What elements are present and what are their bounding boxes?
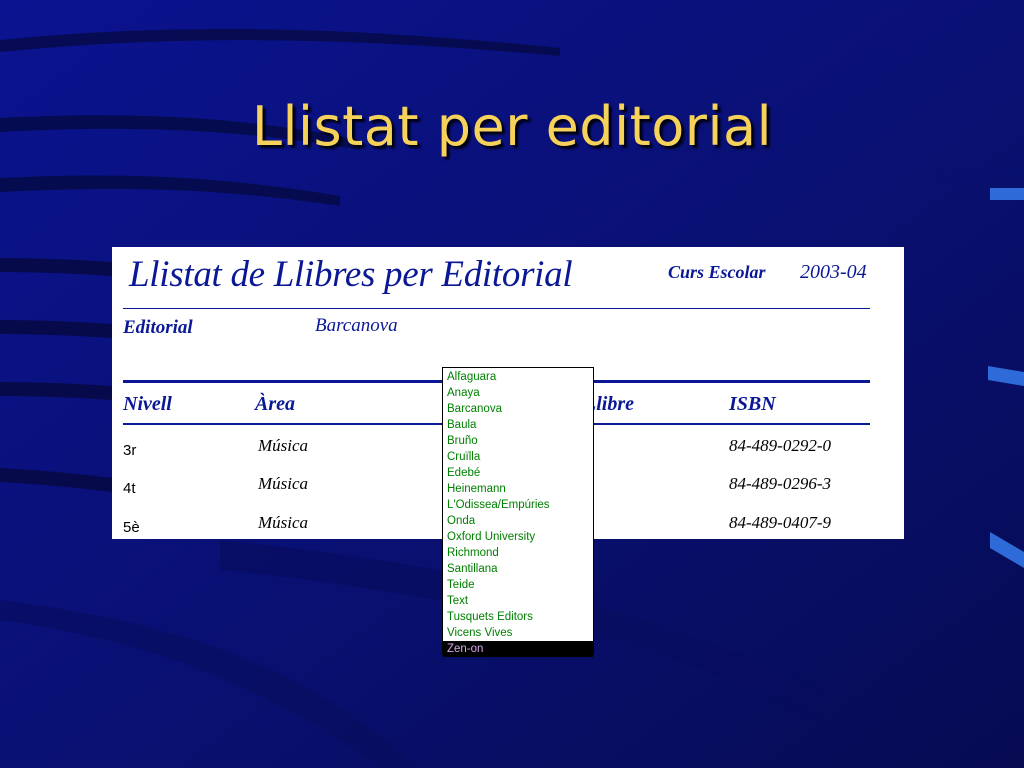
dropdown-option-selected[interactable]: Zen-on bbox=[443, 641, 593, 657]
column-header-nivell: Nivell bbox=[123, 393, 172, 415]
cell-area: Música bbox=[258, 436, 309, 455]
dropdown-option[interactable]: L'Odissea/Empúries bbox=[443, 497, 593, 513]
column-header-area: Àrea bbox=[255, 393, 295, 415]
cell-nivell: 5è bbox=[123, 519, 140, 536]
dropdown-option[interactable]: Santillana bbox=[443, 561, 593, 577]
cell-isbn: 84-489-0292-0 bbox=[729, 436, 831, 455]
column-header-isbn: ISBN bbox=[729, 393, 776, 415]
dropdown-option[interactable]: Barcanova bbox=[443, 401, 593, 417]
dropdown-option[interactable]: Bruño bbox=[443, 433, 593, 449]
cell-area: Música bbox=[258, 513, 309, 532]
dropdown-option[interactable]: Alfaguara bbox=[443, 369, 593, 385]
dropdown-option[interactable]: Text bbox=[443, 593, 593, 609]
dropdown-option[interactable]: Heinemann bbox=[443, 481, 593, 497]
dropdown-option[interactable]: Edebé bbox=[443, 465, 593, 481]
school-year-value: 2003-04 bbox=[800, 261, 867, 283]
dropdown-option[interactable]: Tusquets Editors bbox=[443, 609, 593, 625]
editorial-label: Editorial bbox=[123, 317, 193, 338]
header-rule bbox=[123, 308, 870, 309]
dropdown-option[interactable]: Richmond bbox=[443, 545, 593, 561]
dropdown-option[interactable]: Onda bbox=[443, 513, 593, 529]
editorial-value[interactable]: Barcanova bbox=[315, 315, 398, 337]
dropdown-option[interactable]: Anaya bbox=[443, 385, 593, 401]
dropdown-option[interactable]: Teide bbox=[443, 577, 593, 593]
editorial-dropdown-list[interactable]: Alfaguara Anaya Barcanova Baula Bruño Cr… bbox=[442, 367, 594, 657]
dropdown-option[interactable]: Baula bbox=[443, 417, 593, 433]
dropdown-option[interactable]: Oxford University bbox=[443, 529, 593, 545]
cell-area: Música bbox=[258, 474, 309, 493]
cell-nivell: 3r bbox=[123, 442, 137, 459]
school-year-label: Curs Escolar bbox=[668, 262, 766, 282]
cell-isbn: 84-489-0296-3 bbox=[729, 474, 831, 493]
report-title: Llistat de Llibres per Editorial bbox=[129, 254, 573, 295]
dropdown-option[interactable]: Cruïlla bbox=[443, 449, 593, 465]
slide-title: Llistat per editorial bbox=[251, 95, 773, 158]
dropdown-option[interactable]: Vicens Vives bbox=[443, 625, 593, 641]
cell-isbn: 84-489-0407-9 bbox=[729, 513, 831, 532]
cell-nivell: 4t bbox=[123, 480, 136, 497]
